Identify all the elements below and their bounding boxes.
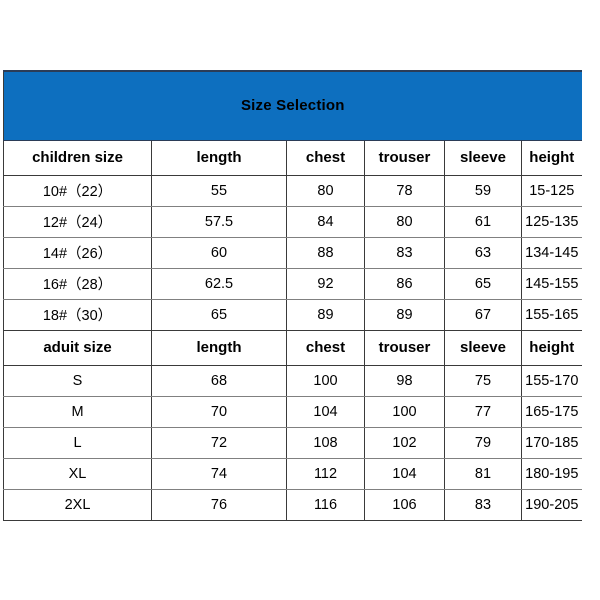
table-cell: 145-155: [520, 268, 582, 300]
table-cell: 15-125: [520, 175, 582, 207]
table-cell: 14#（26）: [3, 237, 152, 269]
table-cell: 98: [364, 365, 445, 397]
table-row: L 72 108 102 79 170-185: [3, 427, 582, 459]
table-row: S 68 100 98 75 155-170: [3, 365, 582, 397]
table-cell: 55: [151, 175, 287, 207]
table-cell: 80: [286, 175, 365, 207]
size-chart-table: Size Selection children size length chest t…: [2, 70, 582, 521]
table-cell: 78: [364, 175, 445, 207]
table-cell: 76: [151, 489, 287, 521]
table-cell: 2XL: [3, 489, 152, 521]
table-cell: 86: [364, 268, 445, 300]
table-cell: 116: [286, 489, 365, 521]
table-cell: 59: [444, 175, 522, 207]
column-header: height: [520, 139, 582, 176]
table-cell: 92: [286, 268, 365, 300]
column-header: chest: [286, 139, 365, 176]
table-cell: 81: [444, 458, 522, 490]
table-cell: 65: [444, 268, 522, 300]
table-cell: 106: [364, 489, 445, 521]
size-chart-body: Size Selection children size length chest t…: [2, 70, 582, 521]
chart-title: Size Selection: [2, 70, 582, 141]
table-cell: 155-165: [520, 299, 582, 331]
table-cell: 65: [151, 299, 287, 331]
table-cell: 74: [151, 458, 287, 490]
column-header: chest: [286, 329, 365, 366]
table-cell: 112: [286, 458, 365, 490]
table-row: XL 74 112 104 81 180-195: [3, 458, 582, 490]
table-cell: 68: [151, 365, 287, 397]
table-cell: 155-170: [520, 365, 582, 397]
table-cell: L: [3, 427, 152, 459]
table-cell: 61: [444, 206, 522, 238]
table-cell: 12#（24）: [3, 206, 152, 238]
column-header: sleeve: [444, 329, 522, 366]
column-header: height: [520, 329, 582, 366]
table-cell: 165-175: [520, 396, 582, 428]
table-cell: 134-145: [520, 237, 582, 269]
table-cell: 88: [286, 237, 365, 269]
table-cell: 57.5: [151, 206, 287, 238]
table-cell: 108: [286, 427, 365, 459]
table-cell: 170-185: [520, 427, 582, 459]
table-cell: 10#（22）: [3, 175, 152, 207]
table-cell: 18#（30）: [3, 299, 152, 331]
column-header: sleeve: [444, 139, 522, 176]
table-row: M 70 104 100 77 165-175: [3, 396, 582, 428]
table-cell: 190-205: [520, 489, 582, 521]
table-cell: 83: [444, 489, 522, 521]
table-cell: 100: [286, 365, 365, 397]
table-cell: 60: [151, 237, 287, 269]
table-cell: S: [3, 365, 152, 397]
table-row: 16#（28） 62.5 92 86 65 145-155: [3, 268, 582, 300]
table-cell: 77: [444, 396, 522, 428]
table-cell: 79: [444, 427, 522, 459]
table-cell: 72: [151, 427, 287, 459]
table-cell: 125-135: [520, 206, 582, 238]
table-cell: XL: [3, 458, 152, 490]
table-cell: 104: [286, 396, 365, 428]
table-cell: 102: [364, 427, 445, 459]
section-header-row: children size length chest trouser sleeve hei…: [3, 139, 582, 176]
table-cell: 104: [364, 458, 445, 490]
section-header-row: aduit size length chest trouser sleeve height: [3, 329, 582, 366]
column-header: trouser: [364, 329, 445, 366]
table-cell: 83: [364, 237, 445, 269]
table-cell: 62.5: [151, 268, 287, 300]
table-row: 10#（22） 55 80 78 59 15-125: [3, 175, 582, 207]
table-row: 12#（24） 57.5 84 80 61 125-135: [3, 206, 582, 238]
table-row: 2XL 76 116 106 83 190-205: [3, 489, 582, 521]
table-cell: 100: [364, 396, 445, 428]
column-header: length: [151, 139, 287, 176]
table-cell: 67: [444, 299, 522, 331]
column-header: length: [151, 329, 287, 366]
table-cell: 89: [286, 299, 365, 331]
table-row: 18#（30） 65 89 89 67 155-165: [3, 299, 582, 331]
title-banner-row: Size Selection: [2, 70, 582, 141]
table-cell: 180-195: [520, 458, 582, 490]
table-cell: 70: [151, 396, 287, 428]
table-cell: 80: [364, 206, 445, 238]
table-cell: 16#（28）: [3, 268, 152, 300]
column-header: trouser: [364, 139, 445, 176]
table-cell: 63: [444, 237, 522, 269]
column-header: children size: [3, 139, 152, 176]
column-header: aduit size: [3, 329, 152, 366]
table-row: 14#（26） 60 88 83 63 134-145: [3, 237, 582, 269]
table-cell: 75: [444, 365, 522, 397]
table-cell: M: [3, 396, 152, 428]
table-cell: 89: [364, 299, 445, 331]
table-cell: 84: [286, 206, 365, 238]
size-chart-container: Size Selection children size length chest t…: [2, 70, 582, 521]
